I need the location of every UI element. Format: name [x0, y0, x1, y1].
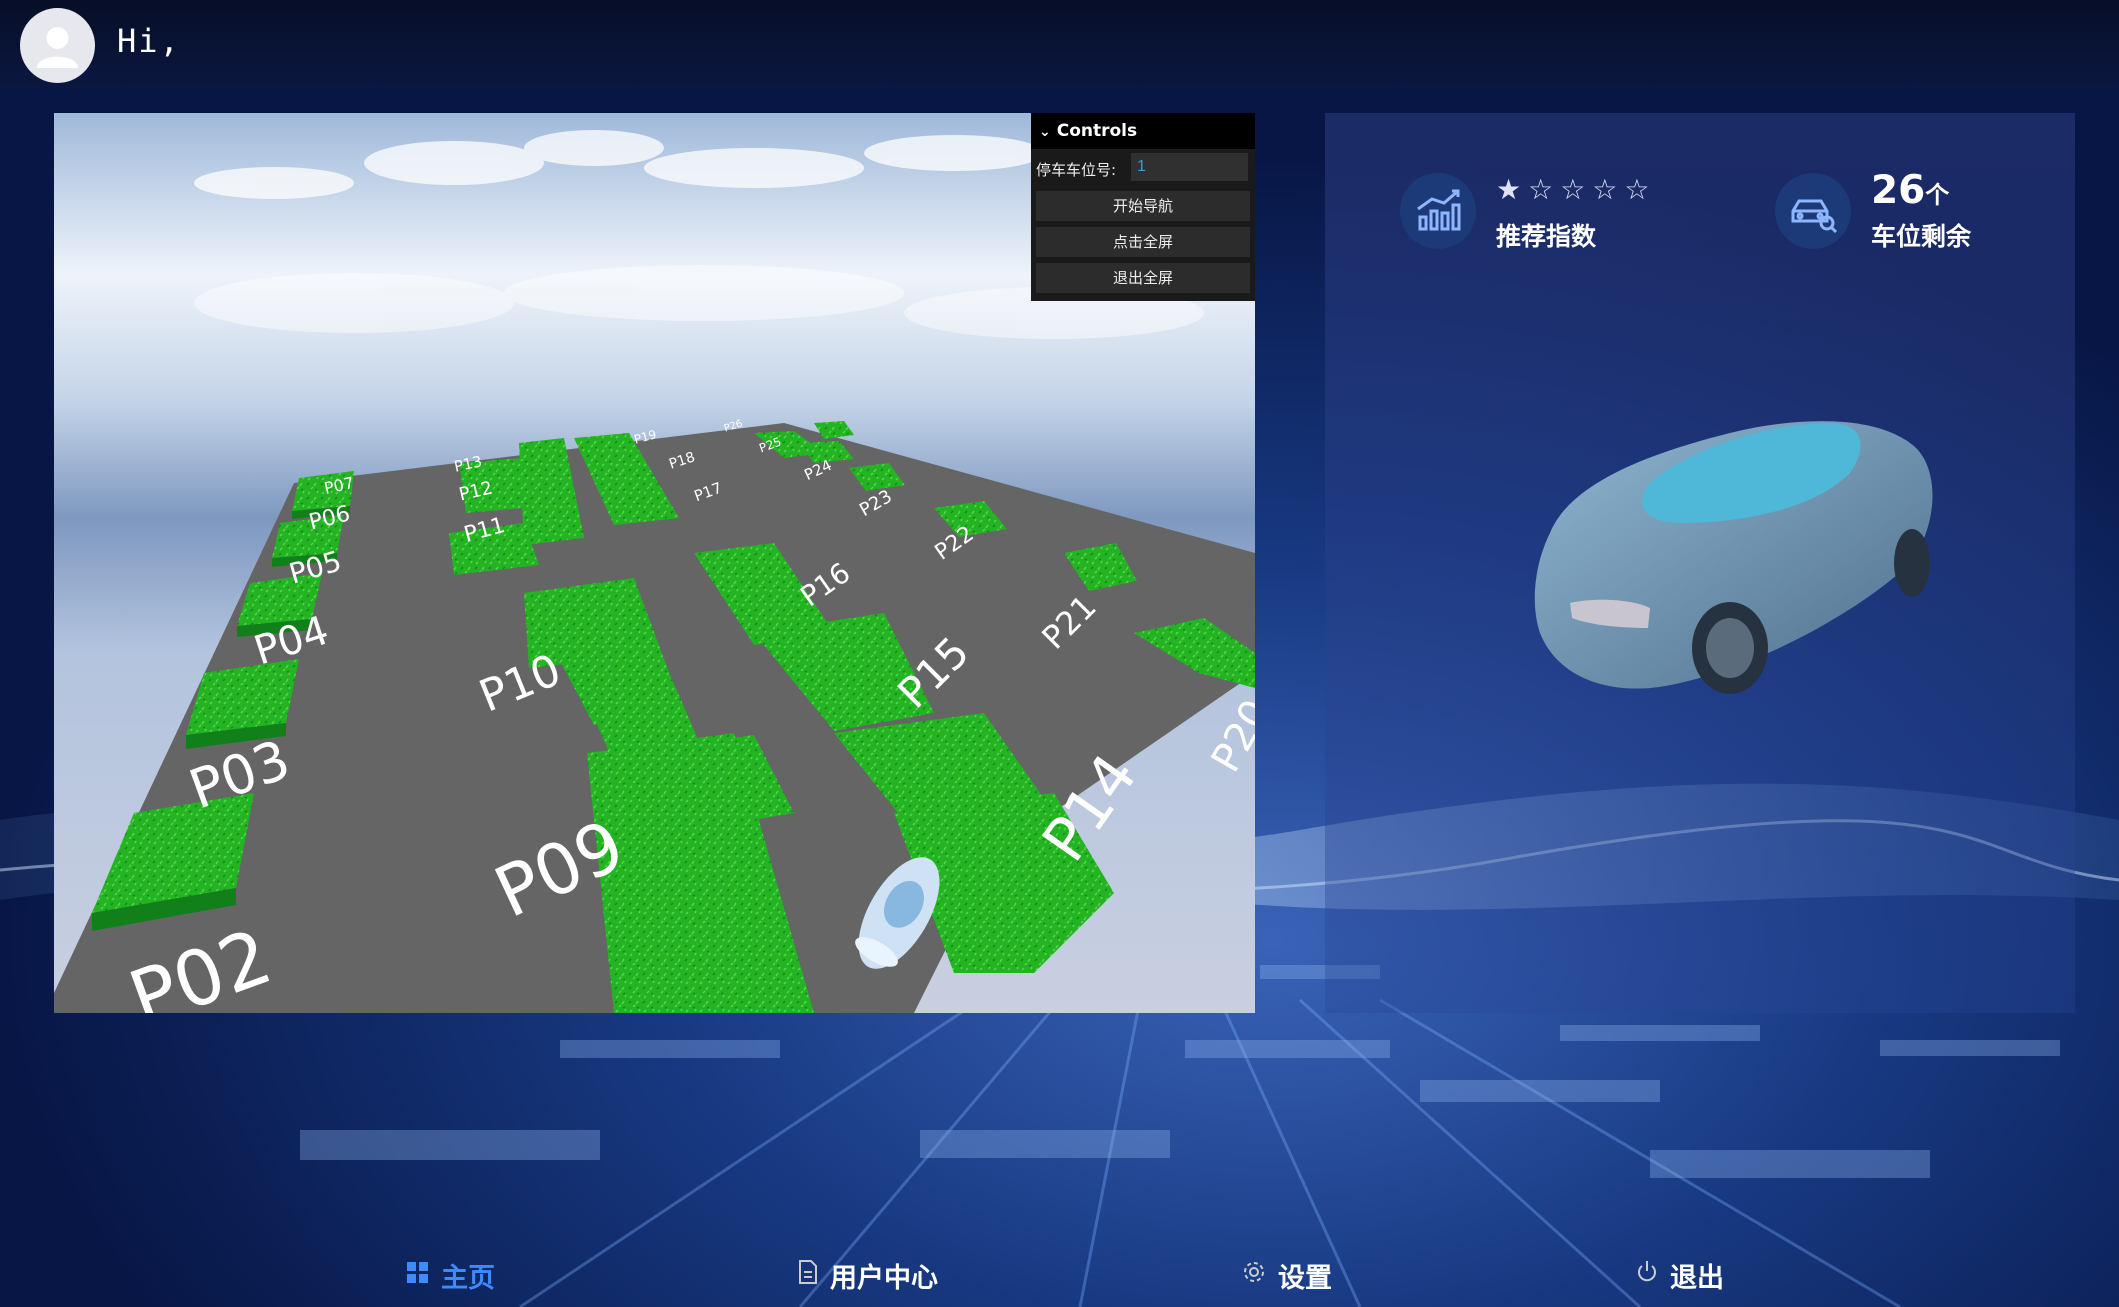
parking-number-row: 停车车位号:	[1031, 149, 1255, 185]
avatar[interactable]	[20, 8, 95, 83]
power-icon	[1636, 1260, 1658, 1291]
exit-fullscreen-button[interactable]: 退出全屏	[1036, 263, 1250, 293]
info-panel: ★☆☆☆☆ 推荐指数 26个 车位剩余	[1325, 113, 2075, 1013]
document-icon	[798, 1259, 818, 1291]
recommend-stars: ★☆☆☆☆	[1496, 173, 1657, 206]
start-navigation-button[interactable]: 开始导航	[1036, 191, 1250, 221]
car-3d-model[interactable]	[1530, 403, 1950, 723]
grid-icon	[407, 1260, 429, 1291]
nav-user-center[interactable]: 用户中心	[798, 1255, 938, 1295]
nav-settings-label: 设置	[1278, 1262, 1332, 1294]
enter-fullscreen-button[interactable]: 点击全屏	[1036, 227, 1250, 257]
top-bar: Hi,	[0, 0, 2119, 88]
remaining-spots-count: 26个	[1871, 168, 1949, 213]
user-avatar-icon	[37, 27, 78, 68]
nav-settings[interactable]: 设置	[1242, 1255, 1332, 1295]
controls-panel: ⌄ Controls 停车车位号: 开始导航 点击全屏 退出全屏	[1031, 113, 1255, 301]
gear-icon	[1242, 1260, 1266, 1291]
spots-unit: 个	[1925, 181, 1950, 209]
trend-chart-icon	[1400, 173, 1476, 249]
nav-home-label: 主页	[441, 1262, 495, 1294]
nav-user-center-label: 用户中心	[830, 1262, 938, 1294]
car-search-icon	[1775, 173, 1851, 249]
controls-title: Controls	[1056, 121, 1138, 141]
nav-logout-label: 退出	[1670, 1262, 1724, 1294]
controls-header[interactable]: ⌄ Controls	[1031, 113, 1255, 149]
recommend-label: 推荐指数	[1496, 222, 1597, 251]
spots-number: 26	[1871, 168, 1926, 213]
greeting-text: Hi,	[117, 22, 181, 60]
nav-home[interactable]: 主页	[407, 1255, 495, 1295]
nav-logout[interactable]: 退出	[1636, 1255, 1724, 1295]
remaining-spots-label: 车位剩余	[1871, 222, 1972, 251]
parking-number-input[interactable]	[1131, 153, 1248, 181]
chevron-down-icon: ⌄	[1039, 124, 1051, 140]
parking-number-label: 停车车位号:	[1036, 161, 1117, 179]
